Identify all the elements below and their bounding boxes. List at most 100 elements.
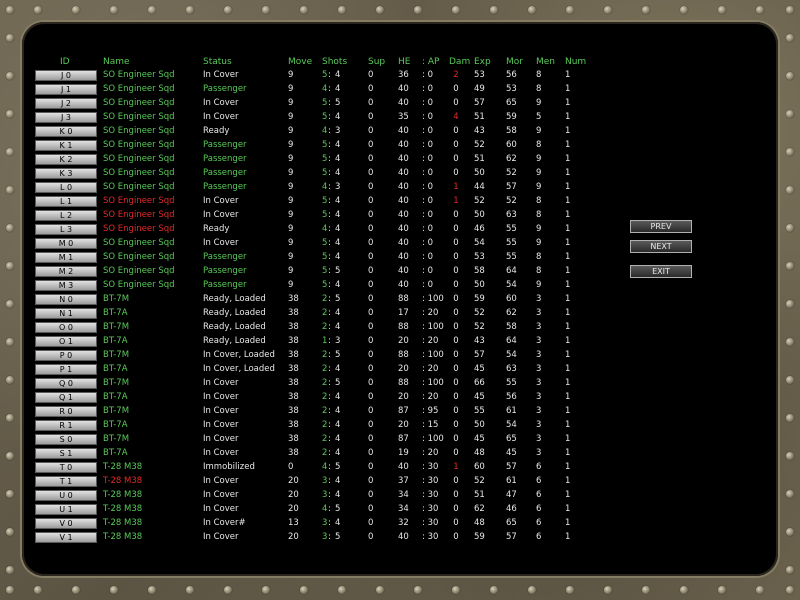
unit-exp: 50 [474, 210, 485, 220]
unit-id-button[interactable]: J 1 [35, 84, 97, 95]
unit-dam: 0 [453, 420, 459, 430]
unit-move: 20 [288, 532, 299, 542]
unit-id-button[interactable]: J 0 [35, 70, 97, 81]
unit-sup: 0 [368, 238, 374, 248]
unit-id-button[interactable]: N 0 [35, 294, 97, 305]
unit-id-button[interactable]: K 2 [35, 154, 97, 165]
unit-id-button[interactable]: T 0 [35, 462, 97, 473]
unit-exp: 55 [474, 406, 485, 416]
unit-id-button[interactable]: L 1 [35, 196, 97, 207]
unit-ap: : 20 [422, 364, 439, 374]
unit-shots-separator: : [328, 266, 331, 276]
unit-id-button[interactable]: U 1 [35, 504, 97, 515]
unit-ap: : 0 [422, 168, 433, 178]
unit-status: In Cover [203, 238, 239, 248]
unit-shots-current: 5 [322, 196, 328, 206]
unit-id-button[interactable]: S 0 [35, 434, 97, 445]
unit-id-button[interactable]: Q 0 [35, 378, 97, 389]
unit-shots-separator: : [328, 392, 331, 402]
unit-move: 38 [288, 364, 299, 374]
unit-move: 9 [288, 140, 294, 150]
unit-shots-separator: : [328, 406, 331, 416]
unit-shots-separator: : [328, 126, 331, 136]
unit-shots-current: 3 [322, 490, 328, 500]
unit-name: T-28 M38 [103, 504, 143, 514]
unit-id-button[interactable]: K 0 [35, 126, 97, 137]
unit-id-button[interactable]: J 3 [35, 112, 97, 123]
unit-sup: 0 [368, 126, 374, 136]
unit-move: 38 [288, 448, 299, 458]
rivet-icon [6, 6, 14, 14]
unit-status: In Cover, Loaded [203, 364, 275, 374]
unit-id-button[interactable]: T 1 [35, 476, 97, 487]
table-row: K 2 SO Engineer Sqd Passenger 9 5:4 0 40: 0 0 51… [22, 153, 722, 167]
unit-sup: 0 [368, 280, 374, 290]
next-button[interactable]: NEXT [630, 240, 692, 253]
prev-button[interactable]: PREV [630, 220, 692, 233]
unit-shots-separator: : [328, 378, 331, 388]
unit-he: 40 [398, 140, 409, 150]
rivet-icon [718, 6, 726, 14]
unit-exp: 46 [474, 224, 485, 234]
rivet-icon [786, 528, 794, 536]
unit-id-button[interactable]: M 3 [35, 280, 97, 291]
unit-id-button[interactable]: R 0 [35, 406, 97, 417]
unit-id-button[interactable]: R 1 [35, 420, 97, 431]
rivet-icon [786, 414, 794, 422]
rivet-icon [786, 452, 794, 460]
unit-he: 88 [398, 350, 409, 360]
unit-id-button[interactable]: K 3 [35, 168, 97, 179]
unit-men: 3 [536, 364, 542, 374]
unit-move: 9 [288, 168, 294, 178]
unit-id-button[interactable]: V 0 [35, 518, 97, 529]
rivet-icon [6, 224, 14, 232]
unit-sup: 0 [368, 392, 374, 402]
unit-name: SO Engineer Sqd [103, 84, 175, 94]
unit-id-button[interactable]: M 0 [35, 238, 97, 249]
unit-id-button[interactable]: N 1 [35, 308, 97, 319]
unit-id-button[interactable]: L 3 [35, 224, 97, 235]
unit-id-button[interactable]: M 1 [35, 252, 97, 263]
unit-id-button[interactable]: Q 1 [35, 392, 97, 403]
unit-status: In Cover [203, 98, 239, 108]
rivet-icon [566, 6, 574, 14]
table-row: R 1 BT-7A In Cover 38 2:4 0 20: 15 0 50 54 3 1 [22, 419, 722, 433]
unit-id-button[interactable]: V 1 [35, 532, 97, 543]
unit-exp: 50 [474, 280, 485, 290]
rivet-icon [148, 6, 156, 14]
unit-he: 40 [398, 126, 409, 136]
unit-id-button[interactable]: P 0 [35, 350, 97, 361]
unit-id-button[interactable]: M 2 [35, 266, 97, 277]
unit-men: 6 [536, 518, 542, 528]
unit-id-button[interactable]: S 1 [35, 448, 97, 459]
header-dam: Dam [449, 57, 471, 67]
rivet-icon [786, 262, 794, 270]
exit-button[interactable]: EXIT [630, 265, 692, 278]
unit-status: In Cover [203, 196, 239, 206]
unit-exp: 57 [474, 98, 485, 108]
unit-id-button[interactable]: P 1 [35, 364, 97, 375]
unit-mor: 65 [506, 98, 517, 108]
unit-sup: 0 [368, 448, 374, 458]
unit-mor: 65 [506, 434, 517, 444]
unit-status: Ready, Loaded [203, 308, 266, 318]
rivet-icon [110, 6, 118, 14]
roster-screen: ID Name Status Move Shots Sup HE : AP Da… [22, 22, 778, 576]
unit-status: In Cover [203, 420, 239, 430]
unit-dam: 0 [453, 392, 459, 402]
unit-id-button[interactable]: K 1 [35, 140, 97, 151]
unit-id-button[interactable]: L 0 [35, 182, 97, 193]
unit-mor: 53 [506, 84, 517, 94]
table-row: L 3 SO Engineer Sqd Ready 9 4:4 0 40: 0 0 46 55 9 1 [22, 223, 722, 237]
unit-dam: 0 [453, 434, 459, 444]
unit-id-button[interactable]: O 1 [35, 336, 97, 347]
unit-id-button[interactable]: U 0 [35, 490, 97, 501]
unit-he: 35 [398, 112, 409, 122]
unit-exp: 44 [474, 182, 485, 192]
unit-id-button[interactable]: J 2 [35, 98, 97, 109]
unit-mor: 60 [506, 294, 517, 304]
unit-id-button[interactable]: L 2 [35, 210, 97, 221]
unit-name: SO Engineer Sqd [103, 140, 175, 150]
unit-move: 0 [288, 462, 294, 472]
unit-id-button[interactable]: O 0 [35, 322, 97, 333]
